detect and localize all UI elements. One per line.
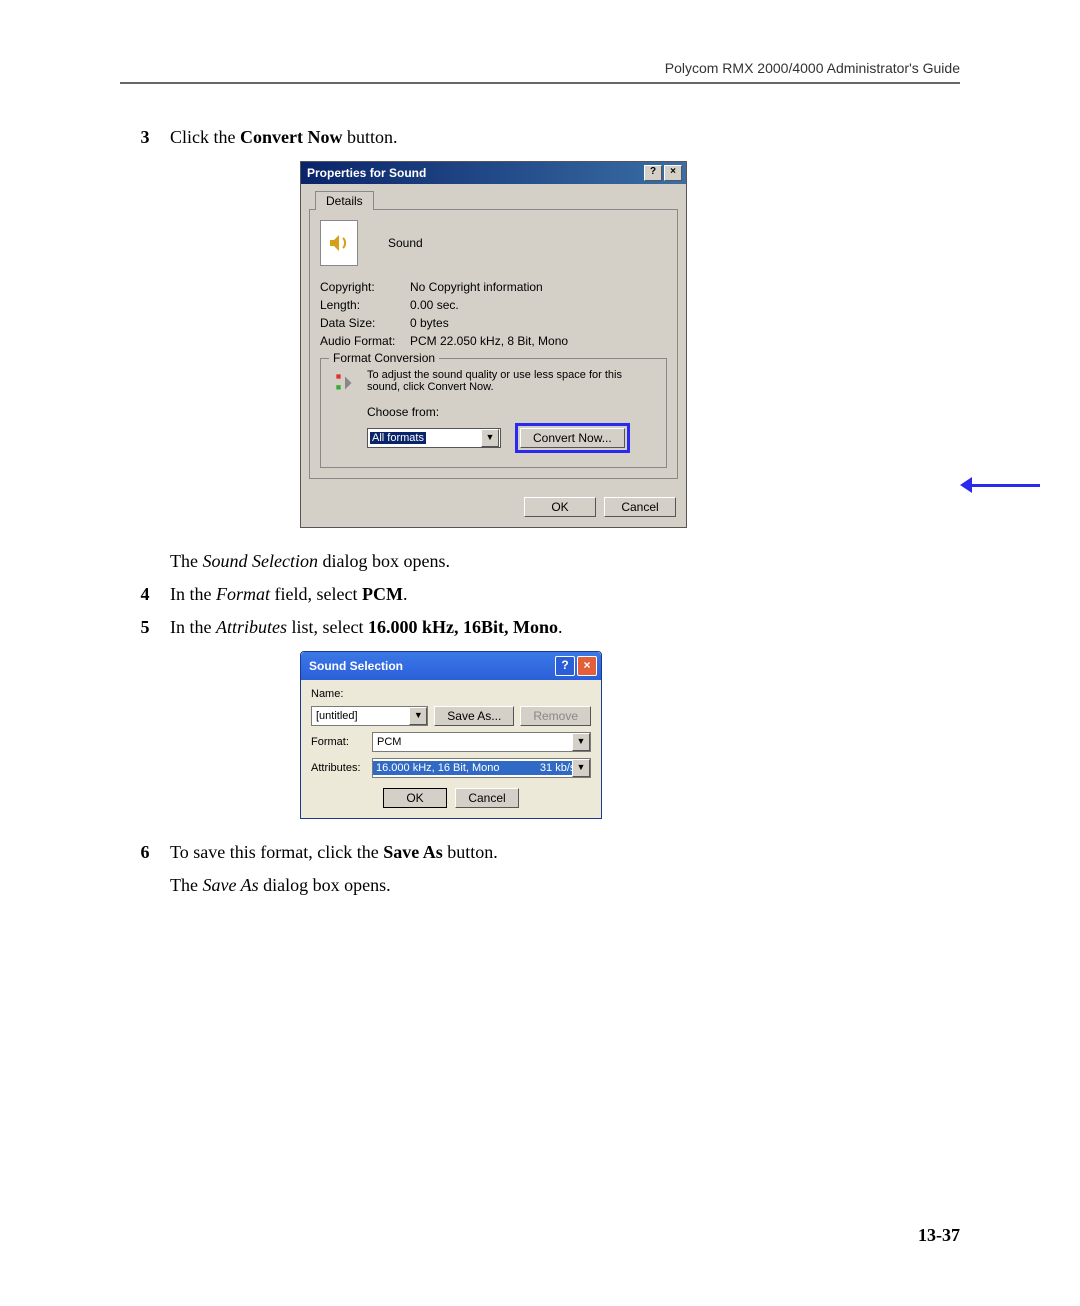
format-dropdown[interactable]: PCM ▼ xyxy=(372,732,591,752)
chevron-down-icon[interactable]: ▼ xyxy=(572,733,590,751)
text-bold: Convert Now xyxy=(240,127,342,147)
audioformat-label: Audio Format: xyxy=(320,334,410,348)
audioformat-value: PCM 22.050 kHz, 8 Bit, Mono xyxy=(410,334,667,348)
attributes-label: Attributes: xyxy=(311,762,366,774)
header-title: Polycom RMX 2000/4000 Administrator's Gu… xyxy=(120,60,960,76)
callout-highlight: Convert Now... xyxy=(515,423,630,453)
length-value: 0.00 sec. xyxy=(410,298,667,312)
cancel-button[interactable]: Cancel xyxy=(455,788,519,808)
titlebar: Sound Selection ? × xyxy=(301,652,601,680)
attributes-value: 16.000 kHz, 16 Bit, Mono xyxy=(376,762,500,774)
figure-sound-selection-dialog: Sound Selection ? × Name: [untitled] ▼ S… xyxy=(300,651,960,819)
titlebar: Properties for Sound ? × xyxy=(301,162,686,184)
step-number: 4 xyxy=(120,581,170,608)
datasize-label: Data Size: xyxy=(320,316,410,330)
copyright-value: No Copyright information xyxy=(410,280,667,294)
cancel-button[interactable]: Cancel xyxy=(604,497,676,517)
dropdown-value: [untitled] xyxy=(316,710,358,722)
remove-button[interactable]: Remove xyxy=(520,706,591,726)
text-bold: 16.000 kHz, 16Bit, Mono xyxy=(368,617,558,637)
step-6: 6 To save this format, click the Save As… xyxy=(120,839,960,866)
ok-button[interactable]: OK xyxy=(524,497,596,517)
copyright-label: Copyright: xyxy=(320,280,410,294)
text: In the xyxy=(170,617,216,637)
convert-now-button[interactable]: Convert Now... xyxy=(520,428,625,448)
text: field, select xyxy=(270,584,362,604)
header-rule xyxy=(120,82,960,84)
tab-panel: Sound Copyright:No Copyright information… xyxy=(309,209,678,479)
save-as-button[interactable]: Save As... xyxy=(434,706,514,726)
convert-icon xyxy=(331,369,359,397)
chevron-down-icon[interactable]: ▼ xyxy=(481,429,499,447)
text: button. xyxy=(342,127,397,147)
text: dialog box opens. xyxy=(259,875,391,895)
format-conversion-group: Format Conversion To adjust the sound qu… xyxy=(320,358,667,468)
dialog-title: Sound Selection xyxy=(309,659,555,673)
step-body: Click the Convert Now button. xyxy=(170,124,960,151)
tab-details[interactable]: Details xyxy=(315,191,374,210)
text: The xyxy=(170,551,202,571)
step-3: 3 Click the Convert Now button. xyxy=(120,124,960,151)
fieldset-legend: Format Conversion xyxy=(329,351,439,365)
page-number: 13-37 xyxy=(918,1225,960,1246)
help-icon[interactable]: ? xyxy=(644,165,662,181)
step-number: 6 xyxy=(120,839,170,866)
step-number: 5 xyxy=(120,614,170,641)
text: . xyxy=(558,617,563,637)
datasize-value: 0 bytes xyxy=(410,316,667,330)
sound-selection-dialog: Sound Selection ? × Name: [untitled] ▼ S… xyxy=(300,651,602,819)
text: dialog box opens. xyxy=(318,551,450,571)
text: The xyxy=(170,875,202,895)
text: In the xyxy=(170,584,216,604)
chevron-down-icon[interactable]: ▼ xyxy=(572,759,590,777)
choose-from-dropdown[interactable]: All formats ▼ xyxy=(367,428,501,448)
text: . xyxy=(403,584,408,604)
dialog-title: Properties for Sound xyxy=(307,166,644,180)
text: list, select xyxy=(287,617,368,637)
text-bold: PCM xyxy=(362,584,403,604)
name-dropdown[interactable]: [untitled] ▼ xyxy=(311,706,428,726)
format-conversion-text: To adjust the sound quality or use less … xyxy=(367,369,656,393)
callout-arrow xyxy=(960,475,1040,495)
step-6-after: The Save As dialog box opens. xyxy=(120,872,960,899)
text-bold: Save As xyxy=(383,842,443,862)
format-label: Format: xyxy=(311,736,366,748)
text-italic: Save As xyxy=(202,875,258,895)
step-3-after: The Sound Selection dialog box opens. xyxy=(120,548,960,575)
text: Click the xyxy=(170,127,240,147)
text-italic: Sound Selection xyxy=(202,551,317,571)
text-italic: Format xyxy=(216,584,270,604)
type-label: Sound xyxy=(388,236,423,250)
text: button. xyxy=(443,842,498,862)
text: To save this format, click the xyxy=(170,842,383,862)
step-4: 4 In the Format field, select PCM. xyxy=(120,581,960,608)
length-label: Length: xyxy=(320,298,410,312)
chevron-down-icon[interactable]: ▼ xyxy=(409,707,427,725)
dropdown-value: PCM xyxy=(377,736,401,748)
attributes-dropdown[interactable]: 16.000 kHz, 16 Bit, Mono 31 kb/sec ▼ xyxy=(372,758,591,778)
choose-from-label: Choose from: xyxy=(367,405,656,419)
figure-properties-dialog: Properties for Sound ? × Details Sound C… xyxy=(300,161,960,528)
ok-button[interactable]: OK xyxy=(383,788,447,808)
help-icon[interactable]: ? xyxy=(555,656,575,676)
close-icon[interactable]: × xyxy=(577,656,597,676)
properties-for-sound-dialog: Properties for Sound ? × Details Sound C… xyxy=(300,161,687,528)
name-label: Name: xyxy=(311,688,591,700)
text-italic: Attributes xyxy=(216,617,287,637)
step-5: 5 In the Attributes list, select 16.000 … xyxy=(120,614,960,641)
dropdown-value: All formats xyxy=(370,432,426,444)
step-number: 3 xyxy=(120,124,170,151)
sound-file-icon xyxy=(320,220,358,266)
close-icon[interactable]: × xyxy=(664,165,682,181)
